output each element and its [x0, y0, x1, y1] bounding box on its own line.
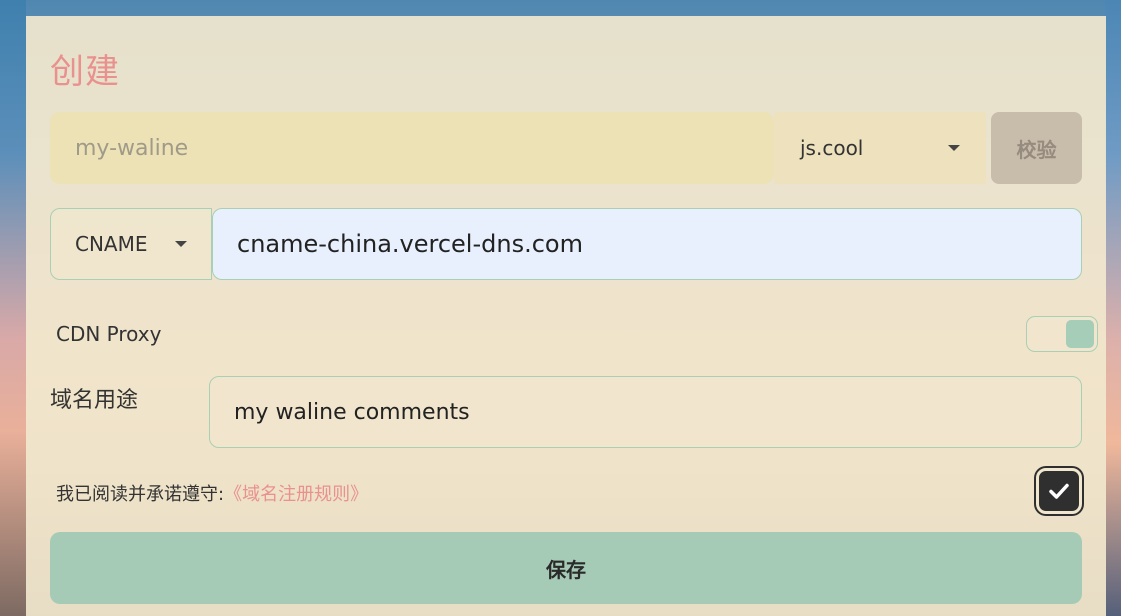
checkmark-icon	[1049, 483, 1069, 499]
subdomain-row: my-waline js.cool 校验	[50, 112, 1082, 184]
domain-select[interactable]: js.cool	[774, 112, 986, 184]
purpose-input[interactable]: my waline comments	[209, 376, 1082, 448]
record-row: CNAME cname-china.vercel-dns.com	[50, 208, 1082, 280]
verify-button[interactable]: 校验	[991, 112, 1082, 184]
page-title: 创建	[50, 52, 120, 92]
agreement-text: 我已阅读并承诺遵守:《域名注册规则》	[56, 480, 368, 506]
record-type-value: CNAME	[75, 232, 148, 256]
save-button[interactable]: 保存	[50, 532, 1082, 604]
toggle-knob	[1066, 320, 1094, 348]
agreement-label: 我已阅读并承诺遵守:	[56, 484, 225, 505]
record-value-text: cname-china.vercel-dns.com	[237, 230, 583, 258]
domain-select-value: js.cool	[800, 136, 864, 160]
agreement-row: 我已阅读并承诺遵守:《域名注册规则》	[56, 468, 1082, 516]
cdn-proxy-toggle[interactable]	[1026, 316, 1098, 352]
record-type-select[interactable]: CNAME	[50, 208, 212, 280]
agreement-checkbox[interactable]	[1036, 468, 1082, 514]
cdn-proxy-label: CDN Proxy	[56, 322, 162, 346]
rules-link[interactable]: 《域名注册规则》	[224, 484, 368, 505]
purpose-row: 域名用途 my waline comments	[50, 376, 1082, 448]
cdn-proxy-row: CDN Proxy	[56, 316, 1098, 356]
purpose-label: 域名用途	[50, 388, 139, 413]
chevron-down-icon	[175, 241, 187, 247]
subdomain-placeholder: my-waline	[75, 135, 189, 161]
background-left	[0, 0, 26, 616]
chevron-down-icon	[948, 145, 960, 151]
create-domain-panel: 创建 my-waline js.cool 校验 CNAME cname-chin…	[26, 16, 1106, 616]
background-right	[1105, 0, 1121, 616]
subdomain-input[interactable]: my-waline	[50, 112, 774, 184]
record-value-input[interactable]: cname-china.vercel-dns.com	[212, 208, 1082, 280]
purpose-value: my waline comments	[234, 399, 470, 425]
